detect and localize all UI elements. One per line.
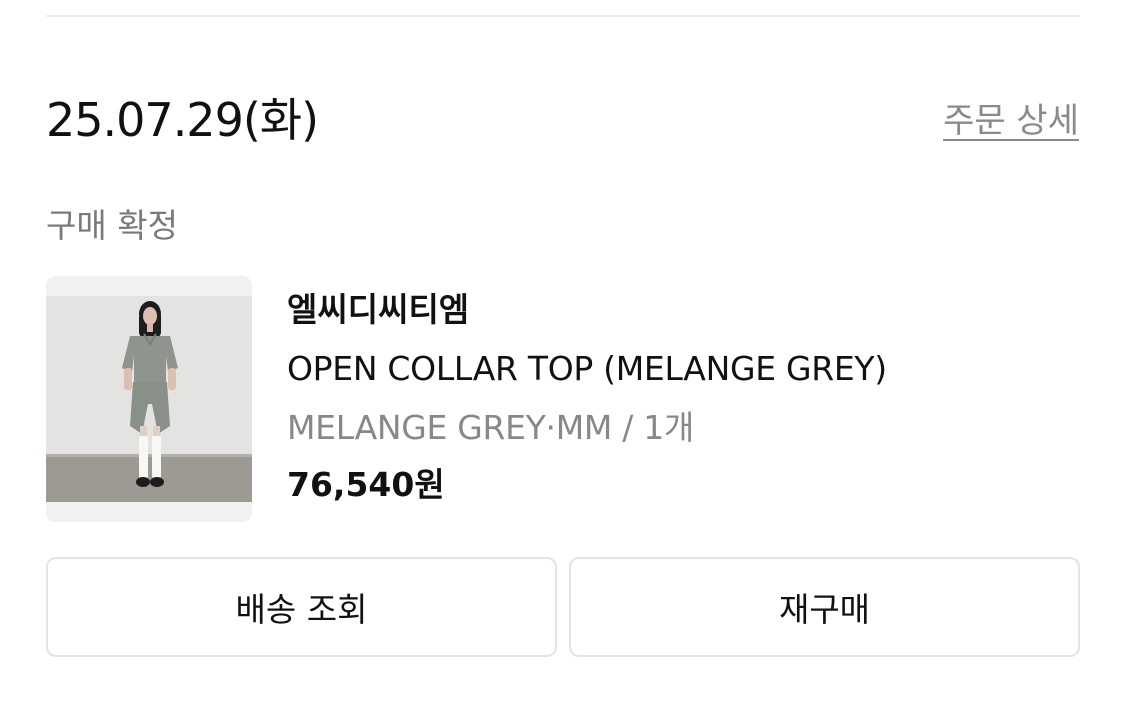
top-divider [46,15,1080,17]
track-shipment-button[interactable]: 배송 조회 [46,557,557,657]
product-price: 76,540원 [287,465,445,504]
rebuy-button[interactable]: 재구매 [569,557,1080,657]
order-status: 구매 확정 [46,206,178,245]
brand-name: 엘씨디씨티엠 [287,290,470,329]
product-thumbnail[interactable] [46,276,252,522]
order-detail-link[interactable]: 주문 상세 [943,99,1079,143]
order-date: 25.07.29(화) [46,93,319,147]
product-option: MELANGE GREY·MM / 1개 [287,408,695,447]
product-name: OPEN COLLAR TOP (MELANGE GREY) [287,349,887,388]
product-photo [46,276,252,522]
